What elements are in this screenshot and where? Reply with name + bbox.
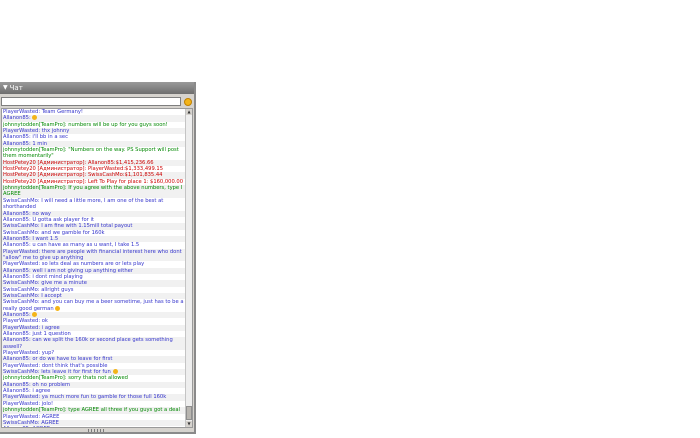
chat-message-text: PlayerWasted: thx johnny (3, 128, 70, 135)
chat-log[interactable]: PlayerWasted: Team Germany! Allanon85: jo… (1, 108, 193, 428)
chat-message-text: PlayerWasted: so lets deal as numbers ar… (3, 261, 145, 268)
chat-message-text: johnnytodden[TeamPro]: type AGREE all th… (3, 407, 180, 414)
chat-message-text: Allanon85: i dont mind playing (3, 273, 83, 280)
collapse-arrow-icon[interactable]: ▼ (3, 82, 8, 94)
chat-message-text: PlayerWasted: Team Germany! (3, 109, 84, 115)
scroll-thumb[interactable] (186, 406, 192, 420)
chat-message-text: Allanon85: no way (3, 210, 51, 217)
chat-message-text: johnnytodden[TeamPro]: If you agree with… (3, 185, 183, 198)
chat-message-text: SwissCashMo: I am fine with 1.15mill tot… (3, 223, 133, 230)
chat-message-text: Allanon85: can we split the 160k or seco… (3, 337, 173, 350)
smiley-emoji-icon (32, 312, 38, 317)
chat-message-text: Allanon85: u can have as many as u want,… (3, 242, 140, 249)
chat-message-text: PlayerWasted: dont think that's possible (3, 362, 108, 369)
chat-titlebar[interactable]: ▼ Чат (0, 82, 194, 94)
chat-message-text: Allanon85: or do we have to leave for fi… (3, 356, 113, 363)
chat-messages: PlayerWasted: Team Germany! Allanon85: jo… (2, 109, 186, 427)
chat-input-row (1, 96, 192, 107)
chat-message-text: HostPetey20 [Администратор]: PlayerWaste… (3, 166, 163, 173)
chat-window: ▼ Чат PlayerWasted: Team Germany! Allanon… (0, 82, 196, 434)
chat-message: PlayerWasted: there are people with fina… (2, 248, 186, 262)
chat-message-text: PlayerWasted: i agree (3, 324, 60, 331)
chat-message-text: HostPetey20 [Администратор]: SwissCashMo… (3, 172, 163, 179)
chat-message-text: Allanon85: I want 1.5 (3, 235, 59, 242)
chat-message-text: Allanon85: (3, 115, 31, 122)
scrollbar[interactable]: ▲ ▼ (185, 109, 192, 427)
chat-message-text: SwissCashMo: give me a minute (3, 280, 87, 287)
chat-message-text: SwissCashMo: and you can buy me a beer s… (3, 299, 184, 312)
emoji-smiley-icon[interactable] (184, 97, 192, 106)
chat-message-text: SwissCashMo: I will need a little more, … (3, 197, 164, 211)
chat-message-text: johnnytodden[TeamPro]: sorry thats not a… (3, 375, 128, 382)
scroll-down-arrow-icon[interactable]: ▼ (186, 421, 192, 427)
chat-message-text: Allanon85: just 1 question (3, 331, 71, 338)
chat-message-text: PlayerWasted: there are people with fina… (3, 248, 182, 261)
chat-message-text: SwissCashMo: AGREE (3, 419, 59, 426)
chat-message-text: SwissCashMo: I accept (3, 292, 62, 299)
chat-message-text: SwissCashMo: lets leave it for first for… (3, 369, 111, 376)
chat-message-text: Allanon85: well i am not giving up anyth… (3, 267, 133, 274)
chat-message-input[interactable] (1, 97, 181, 106)
chat-message: SwissCashMo: and you can buy me a beer s… (2, 299, 186, 312)
chat-message-text: johnnytodden[TeamPro]: "Numbers on the w… (3, 147, 179, 160)
chat-message-text: Allanon85: (3, 312, 31, 318)
chat-message: SwissCashMo: I will need a little more, … (2, 198, 186, 211)
resize-grip[interactable] (88, 429, 104, 432)
chat-message-text: PlayerWasted: yup? (3, 350, 55, 357)
chat-message-text: PlayerWasted: AGREE (3, 413, 60, 420)
scroll-up-arrow-icon[interactable]: ▲ (186, 109, 192, 115)
chat-message-text: PlayerWasted: ok (3, 318, 48, 325)
smiley-emoji-icon (55, 305, 61, 311)
chat-message-text: johnnytodden[TeamPro]: numbers will be u… (3, 121, 168, 128)
chat-message-text: Allanon85: i agree (3, 388, 51, 395)
chat-message: Allanon85: can we split the 160k or seco… (2, 337, 186, 351)
chat-message-text: PlayerWasted: ya much more fun to gamble… (3, 394, 167, 401)
chat-message-text: SwissCashMo: and we gamble for 160k (3, 229, 105, 236)
chat-message-text: PlayerWasted: jolo! (3, 400, 54, 407)
chat-message-text: Allanon85: i'll bb in a sec (3, 134, 68, 141)
chat-message-text: SwissCashMo: allright guys (3, 286, 74, 293)
chat-message-text: Allanon85: U gotta ask player for it (3, 216, 94, 223)
chat-message-text: Allanon85: 1 min (3, 140, 48, 147)
chat-message: johnnytodden[TeamPro]: "Numbers on the w… (2, 147, 186, 160)
chat-message-text: HostPetey20 [Администратор]: Allanon85:$… (3, 159, 154, 166)
chat-message-text: Allanon85: AGREE (3, 426, 50, 427)
smiley-emoji-icon (32, 115, 38, 121)
chat-message: johnnytodden[TeamPro]: If you agree with… (2, 185, 186, 198)
chat-title: Чат (9, 84, 23, 92)
chat-message-text: HostPetey20 [Администратор]: Left To Pla… (3, 178, 184, 185)
smiley-emoji-icon (112, 369, 118, 375)
chat-message-text: Allanon85: oh no problem (3, 381, 71, 388)
chat-message: Allanon85: AGREE (2, 426, 186, 427)
